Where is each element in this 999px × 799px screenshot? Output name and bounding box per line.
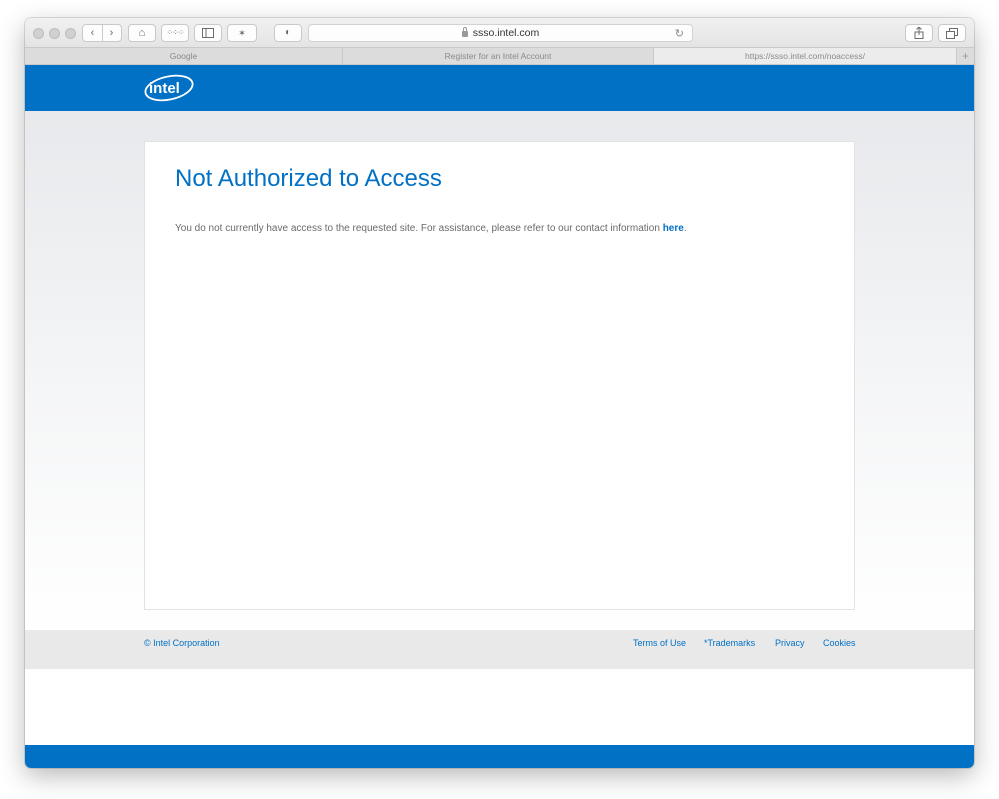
share-icon: [914, 27, 924, 39]
plus-icon: +: [961, 49, 969, 63]
privacy-link[interactable]: Privacy: [775, 638, 805, 648]
tab-register[interactable]: Register for an Intel Account: [343, 48, 654, 64]
minimize-window-button[interactable]: [49, 28, 60, 39]
site-footer: © Intel Corporation Terms of Use *Tradem…: [25, 630, 974, 669]
forward-icon[interactable]: ›: [102, 27, 121, 39]
toolbar-divider: [102, 24, 103, 42]
tab-label: Google: [169, 51, 198, 61]
grid-icon: ⁘⁘⁘: [166, 28, 184, 37]
close-window-button[interactable]: [33, 28, 44, 39]
message-text: You do not currently have access to the …: [175, 223, 663, 234]
url-text: ssso.intel.com: [472, 27, 540, 39]
top-sites-button[interactable]: ⁘⁘⁘: [161, 24, 189, 42]
tab-label: https://ssso.intel.com/noaccess/: [745, 51, 865, 61]
home-button[interactable]: ⌂: [128, 24, 156, 42]
message-card: Not Authorized to Access You do not curr…: [144, 141, 855, 610]
terms-of-use-link[interactable]: Terms of Use: [633, 638, 686, 648]
share-button[interactable]: [905, 24, 933, 42]
intel-logo[interactable]: intel: [143, 74, 195, 102]
trademarks-link[interactable]: *Trademarks: [704, 638, 755, 648]
shield-icon: ◐: [284, 27, 292, 38]
reload-icon[interactable]: ↻: [675, 27, 684, 40]
access-message: You do not currently have access to the …: [175, 223, 687, 234]
copyright-text: © Intel Corporation: [144, 638, 220, 648]
message-period: .: [683, 223, 687, 234]
page-title: Not Authorized to Access: [175, 165, 442, 192]
address-bar[interactable]: ssso.intel.com ↻: [308, 24, 693, 42]
tab-google[interactable]: Google: [25, 48, 343, 64]
back-icon[interactable]: ‹: [83, 27, 102, 39]
tabs-icon: [946, 27, 958, 39]
tab-noaccess[interactable]: https://ssso.intel.com/noaccess/: [654, 48, 956, 64]
logo-text: intel: [149, 80, 180, 97]
bottom-brand-bar: [25, 745, 974, 768]
lock-icon: [461, 27, 468, 37]
bookmark-star-icon: ✶: [238, 27, 246, 38]
sidebar-icon: [202, 28, 214, 38]
home-icon: ⌂: [138, 26, 146, 39]
tabs-overview-button[interactable]: [938, 24, 966, 42]
zoom-window-button[interactable]: [65, 28, 76, 39]
browser-window: ‹ › ⌂ ⁘⁘⁘ ✶ ◐ ssso.intel.com ↻ Google Re…: [25, 18, 974, 768]
bookmarks-button[interactable]: ✶: [227, 24, 257, 42]
new-tab-button[interactable]: +: [956, 48, 974, 64]
privacy-report-button[interactable]: ◐: [274, 24, 302, 42]
contact-here-link[interactable]: here: [663, 223, 684, 234]
site-header: intel: [25, 65, 974, 111]
cookies-link[interactable]: Cookies: [823, 638, 856, 648]
browser-toolbar: ‹ › ⌂ ⁘⁘⁘ ✶ ◐ ssso.intel.com ↻: [25, 18, 974, 47]
sidebar-button[interactable]: [194, 24, 222, 42]
tab-label: Register for an Intel Account: [444, 51, 552, 61]
tab-bar: Google Register for an Intel Account htt…: [25, 47, 974, 65]
